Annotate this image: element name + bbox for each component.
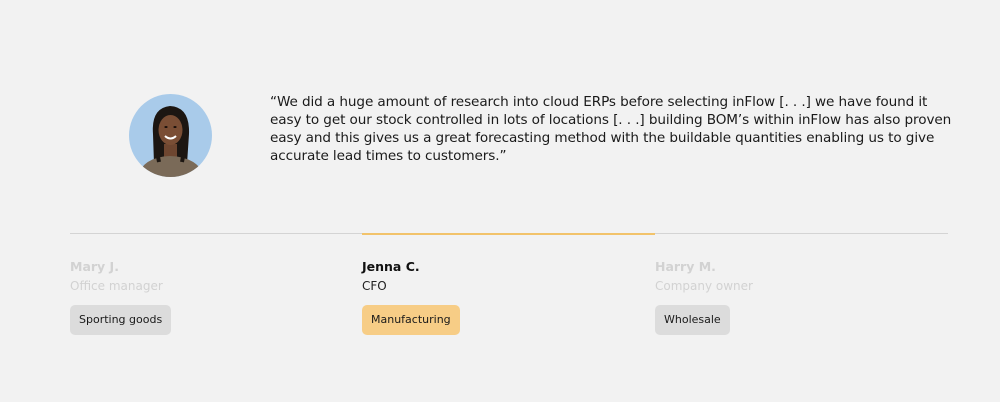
industry-tag[interactable]: Sporting goods <box>70 305 172 335</box>
avatar <box>129 94 212 177</box>
industry-tag[interactable]: Wholesale <box>655 305 730 335</box>
person-name: Mary J. <box>70 259 119 274</box>
testimonial-tab-jenna[interactable]: Jenna C. CFO Manufacturing <box>362 258 642 335</box>
person-role: CFO <box>362 279 387 293</box>
person-role: Company owner <box>655 279 753 293</box>
person-role: Office manager <box>70 279 163 293</box>
testimonial-tab-mary[interactable]: Mary J. Office manager Sporting goods <box>70 258 350 335</box>
testimonial-tab-harry[interactable]: Harry M. Company owner Wholesale <box>655 258 935 335</box>
active-indicator <box>362 233 655 235</box>
person-name: Harry M. <box>655 259 716 274</box>
testimonial-quote: “We did a huge amount of research into c… <box>270 94 952 164</box>
industry-tag[interactable]: Manufacturing <box>362 305 460 335</box>
person-name: Jenna C. <box>362 259 420 274</box>
